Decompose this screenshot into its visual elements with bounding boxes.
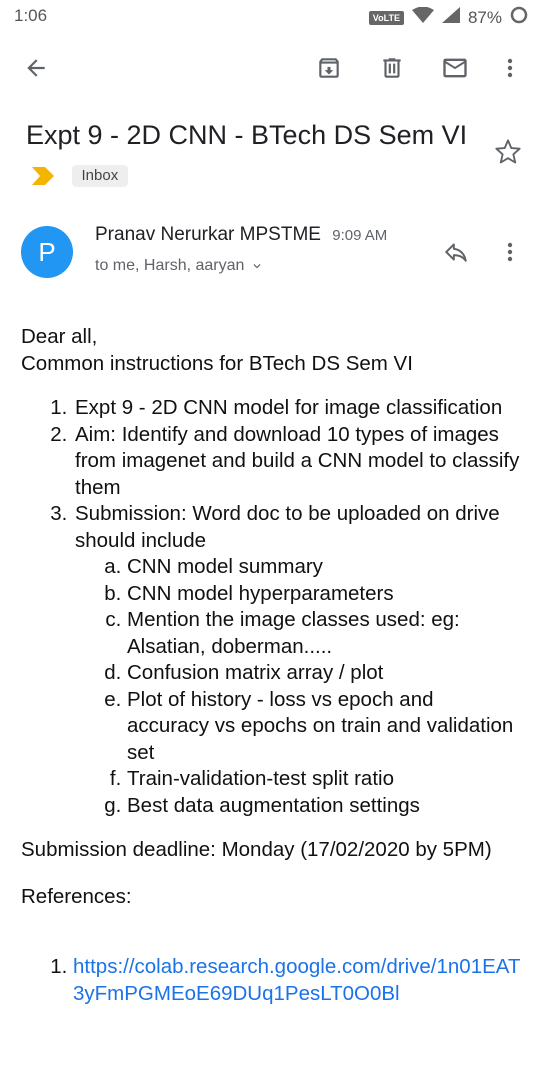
reply-button[interactable]: [436, 232, 476, 272]
list-item: Aim: Identify and download 10 types of i…: [73, 422, 521, 502]
star-icon: [495, 139, 521, 164]
sub-list-item: Mention the image classes used: eg: Alsa…: [127, 607, 521, 660]
delete-icon: [383, 58, 401, 78]
sub-list-item: CNN model hyperparameters: [127, 581, 521, 608]
volte-badge: VoLTE: [368, 10, 404, 25]
sent-time: 9:09 AM: [332, 227, 388, 244]
greeting: Dear all,: [21, 325, 98, 348]
more-vert-icon: [507, 58, 513, 78]
sub-list-item: Plot of history - loss vs epoch and accu…: [127, 687, 521, 767]
message-more-button[interactable]: [490, 232, 530, 272]
sub-list-item: Train-validation-test split ratio: [127, 766, 521, 793]
mark-unread-button[interactable]: [435, 48, 475, 88]
reply-icon: [445, 243, 467, 262]
references-heading: References:: [21, 884, 132, 908]
star-button[interactable]: [488, 132, 528, 172]
sender-name: Pranav Nerurkar MPSTME: [95, 224, 321, 245]
intro: Common instructions for BTech DS Sem VI: [21, 351, 413, 375]
inbox-label-chip[interactable]: Inbox: [71, 164, 129, 187]
list-item-text: Submission: Word doc to be uploaded on d…: [75, 502, 500, 552]
importance-marker-icon[interactable]: [32, 155, 54, 197]
reference-link[interactable]: https://colab.research.google.com/drive/…: [73, 955, 520, 1005]
battery-percent: 87%: [467, 7, 502, 27]
status-time: 1:06: [14, 6, 48, 25]
more-options-button[interactable]: [490, 48, 530, 88]
recipients-toggle[interactable]: to me, Harsh, aaryan: [95, 257, 264, 275]
email-body: Dear all, Common instructions for BTech …: [21, 324, 521, 1007]
deadline: Submission deadline: Monday (17/02/2020 …: [21, 838, 492, 861]
status-icons: VoLTE 87%: [368, 6, 528, 29]
recipients-text: to me, Harsh, aaryan: [95, 257, 245, 274]
back-button[interactable]: [16, 48, 56, 88]
subject-text: Expt 9 - 2D CNN - BTech DS Sem VI: [26, 120, 468, 150]
sender-header: Pranav Nerurkar MPSTME 9:09 AM: [95, 224, 387, 246]
back-arrow-icon: [27, 59, 45, 77]
chevron-down-icon: [253, 264, 261, 269]
archive-icon: [319, 58, 339, 78]
wifi-icon: [411, 6, 434, 28]
email-subject: Expt 9 - 2D CNN - BTech DS Sem VI Inbox: [26, 114, 486, 200]
sub-list-item: Best data augmentation settings: [127, 793, 521, 820]
delete-button[interactable]: [372, 48, 412, 88]
battery-icon: [510, 6, 528, 29]
reference-item: https://colab.research.google.com/drive/…: [73, 954, 521, 1007]
signal-icon: [441, 7, 460, 28]
sub-list-item: Confusion matrix array / plot: [127, 660, 521, 687]
mark-unread-icon: [443, 58, 467, 78]
list-item: Expt 9 - 2D CNN model for image classifi…: [73, 395, 521, 422]
sender-avatar[interactable]: P: [21, 226, 73, 278]
archive-button[interactable]: [309, 48, 349, 88]
submission-sublist: CNN model summary CNN model hyperparamet…: [75, 554, 521, 819]
instruction-list: Expt 9 - 2D CNN model for image classifi…: [21, 395, 521, 819]
more-vert-icon: [507, 242, 513, 262]
references-list: https://colab.research.google.com/drive/…: [21, 954, 521, 1007]
sub-list-item: CNN model summary: [127, 554, 521, 581]
list-item: Submission: Word doc to be uploaded on d…: [73, 501, 521, 819]
